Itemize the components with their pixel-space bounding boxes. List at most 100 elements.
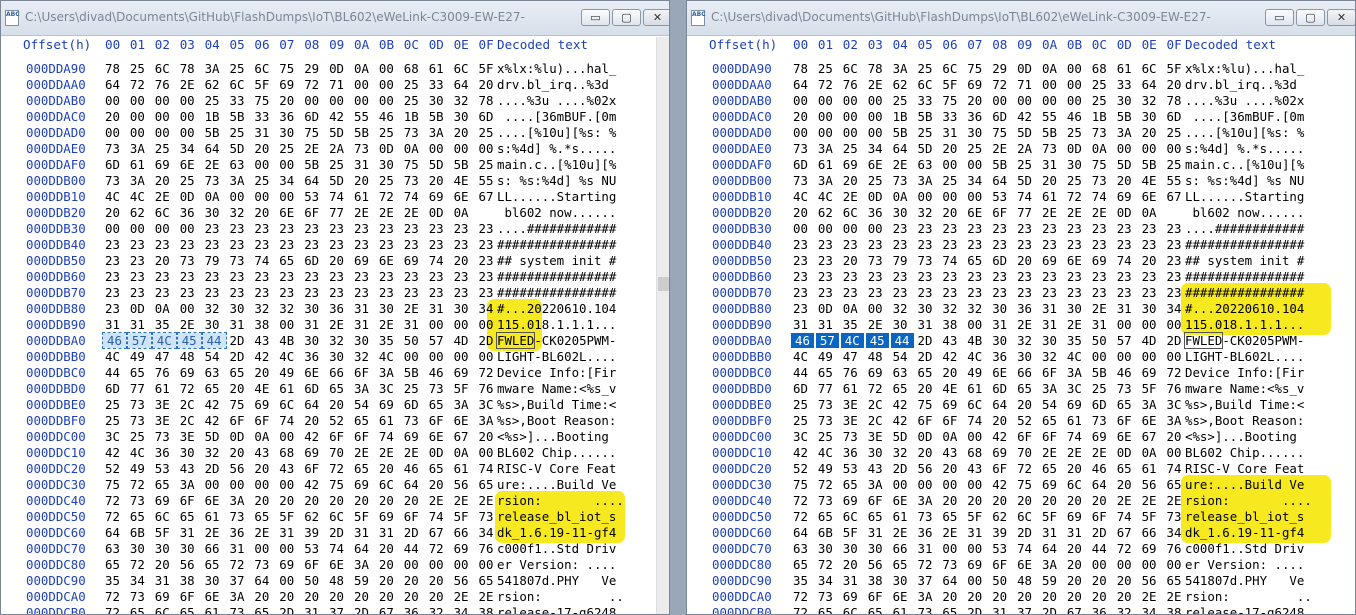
hex-byte[interactable]: 23 (429, 237, 444, 252)
hex-byte[interactable]: 6C (1067, 477, 1082, 492)
decoded-text[interactable]: ....%3u ....%02x (497, 93, 616, 108)
hex-byte[interactable]: 23 (155, 269, 170, 284)
decoded-text[interactable]: x%lx:%lu)...hal_ (1185, 61, 1304, 76)
hex-byte[interactable]: 75 (967, 61, 982, 76)
hex-byte[interactable]: 69 (429, 189, 444, 204)
hex-byte[interactable]: 64 (992, 397, 1007, 412)
hex-byte[interactable]: 48 (180, 349, 195, 364)
hex-byte[interactable]: 73 (1092, 413, 1107, 428)
hex-byte[interactable]: 65 (918, 365, 933, 380)
hex-byte[interactable]: 3C (479, 397, 494, 412)
hex-byte[interactable]: 2D (329, 525, 344, 540)
hex-byte[interactable]: 72 (130, 477, 145, 492)
decoded-text[interactable]: BL602 Chip...... (497, 445, 616, 460)
hex-byte[interactable]: 49 (279, 365, 294, 380)
hex-byte[interactable]: 30 (155, 541, 170, 556)
decoded-text[interactable]: ....[36mBUF.[0m (497, 109, 616, 124)
hex-byte[interactable]: 61 (379, 413, 394, 428)
hex-byte[interactable]: 6D (992, 109, 1007, 124)
hex-byte[interactable]: 32 (429, 605, 444, 614)
hex-byte[interactable]: 62 (992, 509, 1007, 524)
hex-byte[interactable]: 00 (893, 477, 908, 492)
hex-byte[interactable]: 31 (230, 317, 245, 332)
hex-byte[interactable]: 42 (304, 429, 319, 444)
decoded-text[interactable]: BL602 Chip...... (1185, 445, 1304, 460)
hex-byte[interactable]: 6E (1142, 189, 1157, 204)
hex-byte[interactable]: 76 (155, 365, 170, 380)
hex-byte[interactable]: 20 (1067, 589, 1082, 604)
hex-byte[interactable]: 68 (967, 445, 982, 460)
hex-byte[interactable]: 23 (279, 237, 294, 252)
hex-byte[interactable]: 31 (868, 525, 883, 540)
hex-byte[interactable]: 5F (942, 77, 957, 92)
decoded-text[interactable]: FWLED-CK0205PWM- (1183, 332, 1304, 349)
hex-byte[interactable]: 20 (1167, 429, 1182, 444)
decoded-text[interactable]: %s>,Build Time:< (1185, 397, 1304, 412)
hex-byte[interactable]: 69 (155, 493, 170, 508)
hex-byte[interactable]: 31 (992, 317, 1007, 332)
hex-byte[interactable]: 23 (793, 285, 808, 300)
hex-byte[interactable]: 30 (893, 205, 908, 220)
hex-byte[interactable]: 66 (205, 541, 220, 556)
hex-byte[interactable]: 36 (304, 349, 319, 364)
hex-byte[interactable]: 69 (279, 557, 294, 572)
hex-byte[interactable]: 23 (354, 269, 369, 284)
hex-byte[interactable]: 6F (329, 429, 344, 444)
hex-byte[interactable]: 36 (404, 605, 419, 614)
hex-byte[interactable]: 75 (279, 61, 294, 76)
hex-byte[interactable]: 47 (843, 349, 858, 364)
hex-byte[interactable]: 69 (1142, 541, 1157, 556)
hex-byte[interactable]: 23 (1117, 221, 1132, 236)
hex-byte[interactable]: 23 (868, 269, 883, 284)
hex-byte[interactable]: 23 (155, 285, 170, 300)
hex-byte[interactable]: 2E (205, 157, 220, 172)
hex-byte[interactable]: 73 (230, 253, 245, 268)
hex-byte[interactable]: 63 (205, 365, 220, 380)
hex-byte[interactable]: 48 (868, 349, 883, 364)
hex-byte[interactable]: 0D (1017, 61, 1032, 76)
hex-byte[interactable]: 23 (818, 237, 833, 252)
hex-byte[interactable]: 20 (918, 381, 933, 396)
hex-byte[interactable]: 64 (105, 77, 120, 92)
hex-byte[interactable]: 31 (180, 525, 195, 540)
hex-byte[interactable]: 20 (404, 573, 419, 588)
hex-byte[interactable]: 3A (868, 477, 883, 492)
hex-byte[interactable]: 76 (1167, 381, 1182, 396)
hex-byte[interactable]: 30 (304, 301, 319, 316)
hex-byte[interactable]: 61 (279, 381, 294, 396)
hex-byte[interactable]: 5F (1142, 509, 1157, 524)
hex-byte[interactable]: 00 (205, 477, 220, 492)
hex-byte[interactable]: 65 (893, 557, 908, 572)
hex-byte[interactable]: 36 (1092, 605, 1107, 614)
hex-byte[interactable]: 30 (279, 125, 294, 140)
hex-byte[interactable]: 25 (1017, 157, 1032, 172)
hex-byte[interactable]: 25 (1167, 157, 1182, 172)
hex-byte[interactable]: 47 (155, 349, 170, 364)
hex-byte[interactable]: 6E (205, 493, 220, 508)
hex-byte[interactable]: 23 (279, 221, 294, 236)
hex-byte[interactable]: 00 (279, 317, 294, 332)
hex-byte[interactable]: 74 (379, 429, 394, 444)
hex-byte[interactable]: 77 (1017, 205, 1032, 220)
hex-byte[interactable]: 23 (279, 285, 294, 300)
hex-byte[interactable]: 34 (180, 141, 195, 156)
hex-byte[interactable]: 23 (1042, 285, 1057, 300)
hex-byte[interactable]: 65 (1117, 461, 1132, 476)
hex-byte[interactable]: 00 (230, 189, 245, 204)
hex-byte[interactable]: 2E (1067, 317, 1082, 332)
hex-byte[interactable]: 5B (1142, 157, 1157, 172)
decoded-text[interactable]: c000f1..Std Driv (1185, 541, 1304, 556)
hex-byte[interactable]: 73 (404, 125, 419, 140)
hex-byte[interactable]: 6E (1117, 429, 1132, 444)
hex-byte[interactable]: 72 (105, 509, 120, 524)
hex-byte[interactable]: 61 (1142, 461, 1157, 476)
hex-byte[interactable]: 23 (992, 237, 1007, 252)
hex-byte[interactable]: 23 (1117, 237, 1132, 252)
hex-byte[interactable]: 31 (843, 573, 858, 588)
hex-byte[interactable]: 73 (1092, 173, 1107, 188)
decoded-text[interactable]: LL......Starting (1185, 189, 1304, 204)
hex-byte[interactable]: 00 (1167, 557, 1182, 572)
hex-byte[interactable]: 2D (893, 461, 908, 476)
hex-byte[interactable]: 72 (1067, 189, 1082, 204)
hex-byte[interactable]: 20 (429, 573, 444, 588)
